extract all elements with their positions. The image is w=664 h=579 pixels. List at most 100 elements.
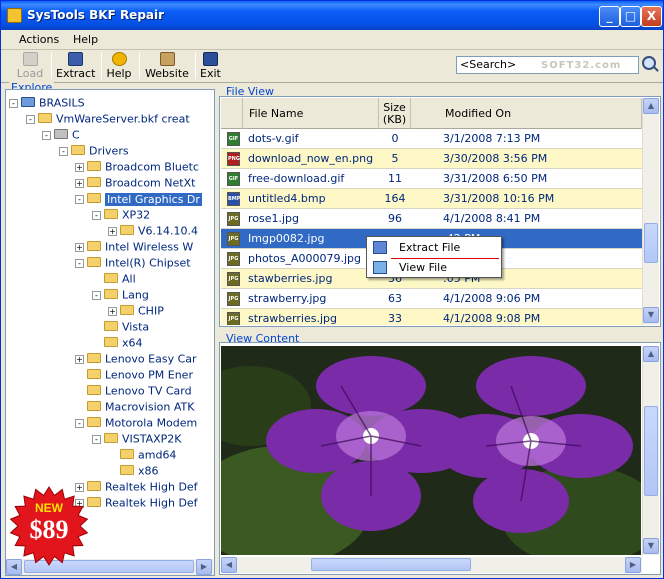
tree-node-label: Intel(R) Chipset (105, 256, 191, 270)
expander-icon[interactable]: + (75, 178, 84, 188)
maximize-button[interactable]: □ (620, 6, 641, 27)
viewcontent-vscroll-thumb[interactable] (644, 406, 658, 496)
header-modified[interactable]: Modified On (411, 98, 642, 129)
expander-icon[interactable]: - (92, 434, 101, 444)
table-row[interactable]: JPG strawberries.jpg 33 4/1/2008 9:08 PM (221, 309, 642, 325)
context-extract-file[interactable]: Extract File (367, 238, 501, 258)
expander-icon[interactable]: - (92, 290, 101, 300)
view-scroll-down-icon[interactable]: ▼ (643, 538, 659, 554)
tree-node[interactable]: - BRASILS (9, 96, 85, 112)
tree-node[interactable]: + Broadcom Bluetc (75, 160, 199, 176)
tree-node[interactable]: - Intel(R) Chipset (75, 256, 191, 272)
expander-icon[interactable]: + (75, 162, 84, 172)
website-button[interactable]: Website (145, 52, 189, 81)
tree-node[interactable]: - VmWareServer.bkf creat (26, 112, 190, 128)
tree-node[interactable]: + Lenovo Easy Car (75, 352, 197, 368)
scroll-down-icon[interactable]: ▼ (643, 307, 659, 323)
expander-icon[interactable]: - (75, 194, 84, 204)
folder-icon (120, 225, 134, 235)
expander-icon[interactable]: - (9, 98, 18, 108)
title-bar[interactable]: SysTools BKF Repair _ □ X (1, 1, 663, 30)
menu-actions[interactable]: Actions (19, 33, 59, 46)
scroll-up-icon[interactable]: ▲ (643, 98, 659, 114)
tree-node[interactable]: - VISTAXP2K (92, 432, 182, 448)
view-scroll-right-icon[interactable]: ▶ (625, 557, 641, 573)
viewcontent-vscrollbar[interactable]: ▲ ▼ (642, 346, 659, 555)
tree-node[interactable]: Lenovo PM Ener (75, 368, 193, 384)
view-file-label: View File (399, 261, 448, 274)
minimize-button[interactable]: _ (599, 6, 620, 27)
header-size[interactable]: Size (KB) (379, 98, 411, 129)
load-icon (22, 52, 38, 66)
cell-size: 96 (388, 212, 402, 225)
tree-node[interactable]: -C (42, 128, 80, 144)
folder-icon (104, 337, 118, 347)
tree-node[interactable]: + Intel Wireless W (75, 240, 193, 256)
tree-node[interactable]: - Drivers (59, 144, 129, 160)
tree-node[interactable]: + Realtek High Def (75, 496, 198, 512)
header-icon-col[interactable] (221, 98, 243, 129)
exit-button[interactable]: Exit (200, 52, 221, 81)
extract-icon (67, 52, 83, 66)
tree-node[interactable]: - Motorola Modem (75, 416, 197, 432)
fileview-vscrollbar[interactable]: ▲ ▼ (642, 98, 659, 325)
tree-node-label: x86 (138, 464, 159, 478)
extract-label: Extract (56, 67, 96, 80)
expander-icon[interactable]: - (42, 130, 51, 140)
expander-icon[interactable]: - (59, 146, 68, 156)
table-row[interactable]: GIF dots-v.gif 0 3/1/2008 7:13 PM (221, 129, 642, 149)
cell-modified: 4/1/2008 9:06 PM (443, 292, 541, 305)
header-file-name[interactable]: File Name (243, 98, 379, 129)
tree-node[interactable]: x86 (108, 464, 159, 480)
tree-node[interactable]: + CHIP (108, 304, 164, 320)
tree-node-label: Intel Wireless W (105, 240, 194, 254)
view-scroll-left-icon[interactable]: ◀ (221, 557, 237, 573)
expander-icon[interactable]: + (75, 354, 84, 364)
scroll-right-icon[interactable]: ▶ (196, 559, 212, 575)
fileview-vscroll-thumb[interactable] (644, 223, 658, 263)
tree-node[interactable]: - XP32 (92, 208, 150, 224)
table-row[interactable]: JPG rose1.jpg 96 4/1/2008 8:41 PM (221, 209, 642, 229)
help-button[interactable]: Help (106, 52, 132, 81)
cell-size: 33 (388, 312, 402, 325)
view-scroll-up-icon[interactable]: ▲ (643, 346, 659, 362)
tree-node[interactable]: amd64 (108, 448, 176, 464)
tree-node[interactable]: - Intel Graphics Dr (75, 192, 202, 208)
tree-node[interactable]: + Realtek High Def (75, 480, 198, 496)
tree-node[interactable]: Macrovision ATK (75, 400, 194, 416)
folder-icon (87, 177, 101, 187)
cell-modified: 3/30/2008 3:56 PM (443, 152, 548, 165)
table-row[interactable]: GIF free-download.gif 11 3/31/2008 6:50 PM (221, 169, 642, 189)
table-row[interactable]: BMP untitled4.bmp 164 3/31/2008 10:16 PM (221, 189, 642, 209)
tree-node-label: Lenovo PM Ener (105, 368, 193, 382)
tree-node[interactable]: + V6.14.10.4 (108, 224, 198, 240)
table-row[interactable]: PNG download_now_en.png 5 3/30/2008 3:56 PM (221, 149, 642, 169)
tree-node[interactable]: x64 (92, 336, 143, 352)
close-button[interactable]: X (641, 6, 662, 27)
drive-icon (54, 129, 68, 139)
menu-help[interactable]: Help (73, 33, 98, 46)
load-button[interactable]: Load (15, 52, 45, 81)
expander-icon[interactable]: - (26, 114, 35, 124)
expander-icon[interactable]: - (75, 418, 84, 428)
tree-node[interactable]: All (92, 272, 136, 288)
search-icon[interactable] (642, 56, 656, 70)
tree-node[interactable]: - Lang (92, 288, 149, 304)
expander-icon[interactable]: - (92, 210, 101, 220)
expander-icon[interactable]: - (75, 258, 84, 268)
tree-node[interactable]: Lenovo TV Card (75, 384, 192, 400)
expander-icon[interactable]: + (108, 306, 117, 316)
bmp-file-icon: BMP (227, 192, 240, 206)
tree-node[interactable]: + Broadcom NetXt (75, 176, 195, 192)
cell-modified: 3/31/2008 6:50 PM (443, 172, 548, 185)
table-row[interactable]: JPG strawberry.jpg 63 4/1/2008 9:06 PM (221, 289, 642, 309)
expander-icon[interactable]: + (108, 226, 117, 236)
tree-node-label: C (72, 128, 80, 142)
extract-button[interactable]: Extract (56, 52, 96, 81)
tree-node[interactable]: Vista (92, 320, 149, 336)
cell-size: 164 (384, 192, 406, 205)
viewcontent-hscrollbar[interactable]: ◀ ▶ (221, 557, 642, 573)
expander-icon[interactable]: + (75, 242, 84, 252)
context-view-file[interactable]: View File (367, 258, 501, 278)
viewcontent-hscroll-thumb[interactable] (311, 558, 471, 571)
